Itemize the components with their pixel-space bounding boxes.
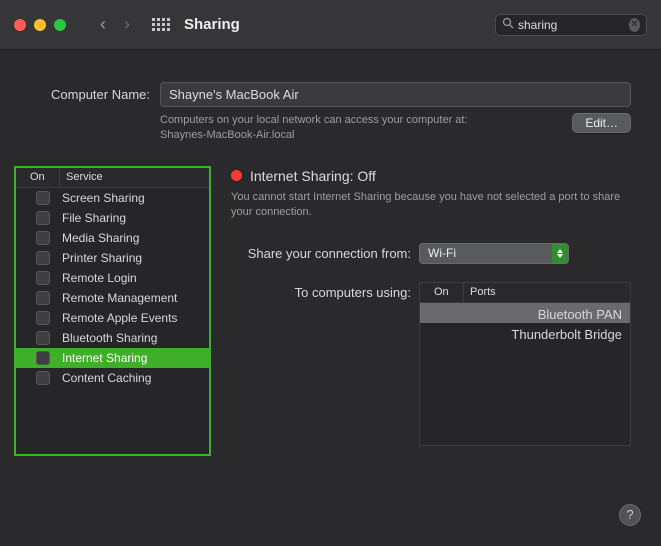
service-checkbox[interactable] xyxy=(36,251,50,265)
services-header-service[interactable]: Service xyxy=(60,168,209,187)
computer-name-label: Computer Name: xyxy=(30,87,150,102)
ports-list: On Ports Bluetooth PAN Thunderbolt Bridge xyxy=(419,282,631,446)
show-all-button[interactable] xyxy=(152,18,170,31)
zoom-window-button[interactable] xyxy=(54,19,66,31)
status-title: Internet Sharing: Off xyxy=(250,168,376,184)
share-from-popup[interactable]: Wi-Fi xyxy=(419,243,569,264)
help-button[interactable]: ? xyxy=(619,504,641,526)
status-description: You cannot start Internet Sharing becaus… xyxy=(231,190,631,221)
service-row[interactable]: Media Sharing xyxy=(16,228,209,248)
edit-hostname-button[interactable]: Edit… xyxy=(572,113,631,133)
service-row[interactable]: Internet Sharing xyxy=(16,348,209,368)
service-checkbox[interactable] xyxy=(36,211,50,225)
computer-name-input[interactable] xyxy=(160,82,631,107)
share-from-label: Share your connection from: xyxy=(231,246,419,261)
clear-search-button[interactable]: ✕ xyxy=(629,18,640,32)
port-row[interactable]: Bluetooth PAN xyxy=(420,303,630,323)
service-row[interactable]: Screen Sharing xyxy=(16,188,209,208)
port-label: Bluetooth PAN xyxy=(464,304,630,322)
to-computers-label: To computers using: xyxy=(231,282,419,300)
service-checkbox[interactable] xyxy=(36,331,50,345)
service-row[interactable]: Printer Sharing xyxy=(16,248,209,268)
service-label: Internet Sharing xyxy=(60,351,209,365)
service-checkbox[interactable] xyxy=(36,351,50,365)
ports-header-ports[interactable]: Ports xyxy=(464,283,630,302)
service-row[interactable]: Remote Management xyxy=(16,288,209,308)
popup-arrows-icon xyxy=(552,244,568,263)
service-label: Content Caching xyxy=(60,371,209,385)
service-label: Remote Management xyxy=(60,291,209,305)
search-input[interactable] xyxy=(518,18,629,32)
service-checkbox[interactable] xyxy=(36,271,50,285)
service-label: Printer Sharing xyxy=(60,251,209,265)
services-header-on[interactable]: On xyxy=(16,168,60,187)
service-label: Remote Apple Events xyxy=(60,311,209,325)
service-label: Remote Login xyxy=(60,271,209,285)
port-label: Thunderbolt Bridge xyxy=(464,324,630,342)
services-list: On Service Screen Sharing File Sharing Med… xyxy=(14,166,211,456)
ports-header-on[interactable]: On xyxy=(420,283,464,302)
service-checkbox[interactable] xyxy=(36,191,50,205)
share-from-value: Wi-Fi xyxy=(420,246,552,260)
service-row[interactable]: File Sharing xyxy=(16,208,209,228)
computer-name-sub-line2: Shaynes-MacBook-Air.local xyxy=(160,128,562,143)
search-icon xyxy=(502,17,514,32)
service-label: File Sharing xyxy=(60,211,209,225)
forward-button[interactable]: › xyxy=(124,14,130,35)
service-row[interactable]: Bluetooth Sharing xyxy=(16,328,209,348)
service-row[interactable]: Remote Apple Events xyxy=(16,308,209,328)
status-indicator-off xyxy=(231,170,242,181)
close-window-button[interactable] xyxy=(14,19,26,31)
service-row[interactable]: Remote Login xyxy=(16,268,209,288)
service-label: Bluetooth Sharing xyxy=(60,331,209,345)
minimize-window-button[interactable] xyxy=(34,19,46,31)
port-row[interactable]: Thunderbolt Bridge xyxy=(420,323,630,343)
service-row[interactable]: Content Caching xyxy=(16,368,209,388)
service-checkbox[interactable] xyxy=(36,371,50,385)
window-title: Sharing xyxy=(184,16,240,33)
service-checkbox[interactable] xyxy=(36,311,50,325)
back-button[interactable]: ‹ xyxy=(100,14,106,35)
search-field[interactable]: ✕ xyxy=(495,14,647,36)
service-checkbox[interactable] xyxy=(36,291,50,305)
service-label: Screen Sharing xyxy=(60,191,209,205)
service-checkbox[interactable] xyxy=(36,231,50,245)
service-label: Media Sharing xyxy=(60,231,209,245)
computer-name-sub-line1: Computers on your local network can acce… xyxy=(160,113,562,128)
